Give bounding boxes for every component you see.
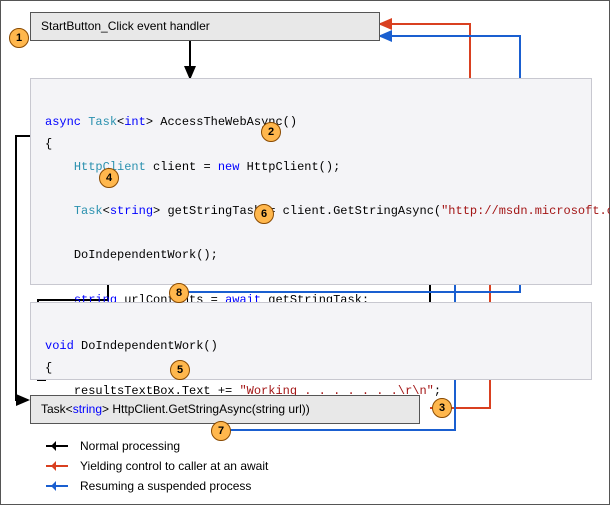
legend-row-yield: Yielding control to caller at an await bbox=[46, 457, 268, 475]
legend-row-resume: Resuming a suspended process bbox=[46, 477, 268, 495]
text-client-ctor: HttpClient(); bbox=[239, 160, 340, 174]
text-task-post: > HttpClient.GetStringAsync(string url)) bbox=[102, 402, 310, 416]
method-indep-name: DoIndependentWork() bbox=[74, 339, 218, 353]
text-getstring-decl: getStringTask = client.GetStringAsync( bbox=[160, 204, 441, 218]
brace-open: { bbox=[45, 137, 52, 151]
caller-label: StartButton_Click event handler bbox=[41, 19, 210, 33]
text-call-indep: DoIndependentWork(); bbox=[74, 248, 218, 262]
arrow-icon bbox=[46, 480, 74, 492]
step-badge-4: 4 bbox=[99, 168, 119, 188]
type-task2: Task bbox=[74, 204, 103, 218]
type-task: Task bbox=[88, 115, 117, 129]
legend-label-normal: Normal processing bbox=[80, 437, 180, 455]
string-url: "http://msdn.microsoft.com" bbox=[441, 204, 610, 218]
step-badge-7: 7 bbox=[211, 421, 231, 441]
kw-new: new bbox=[218, 160, 240, 174]
kw-async: async bbox=[45, 115, 81, 129]
caller-box: StartButton_Click event handler bbox=[30, 12, 380, 41]
arrow-icon bbox=[46, 440, 74, 452]
arrow-icon bbox=[46, 460, 74, 472]
step-badge-2: 2 bbox=[261, 122, 281, 142]
legend-label-resume: Resuming a suspended process bbox=[80, 477, 251, 495]
kw-string: string bbox=[110, 204, 153, 218]
legend-label-yield: Yielding control to caller at an await bbox=[80, 457, 268, 475]
brace-open2: { bbox=[45, 361, 52, 375]
legend-row-normal: Normal processing bbox=[46, 437, 268, 455]
step-badge-8: 8 bbox=[169, 283, 189, 303]
do-independent-work-code: void DoIndependentWork() { resultsTextBo… bbox=[30, 302, 592, 380]
step-badge-5: 5 bbox=[170, 360, 190, 380]
kw-int: int bbox=[124, 115, 146, 129]
kw-string3: string bbox=[73, 402, 102, 416]
legend: Normal processing Yielding control to ca… bbox=[46, 437, 268, 497]
text-client-decl: client = bbox=[146, 160, 218, 174]
step-badge-3: 3 bbox=[432, 398, 452, 418]
kw-void: void bbox=[45, 339, 74, 353]
text-task-pre: Task< bbox=[41, 402, 73, 416]
text-results-end: ; bbox=[434, 384, 441, 398]
getstringasync-box: Task<string> HttpClient.GetStringAsync(s… bbox=[30, 395, 420, 424]
step-badge-1: 1 bbox=[9, 28, 29, 48]
step-badge-6: 6 bbox=[254, 204, 274, 224]
